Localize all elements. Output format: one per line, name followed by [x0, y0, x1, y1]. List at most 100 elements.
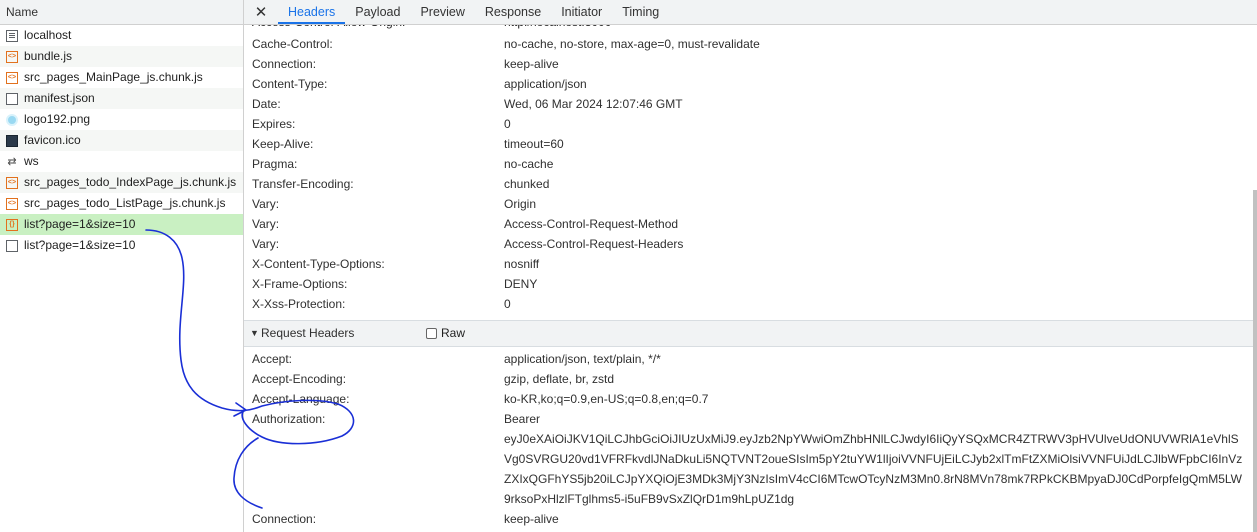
- request-name: logo192.png: [24, 112, 91, 126]
- header-value: application/json, text/plain, */*: [504, 352, 661, 366]
- header-value: chunked: [504, 177, 550, 191]
- header-row: Vary: Access-Control-Request-Headers: [244, 234, 1257, 254]
- expand-triangle-icon[interactable]: ▼: [250, 321, 259, 346]
- request-row[interactable]: logo192.png: [0, 109, 243, 130]
- header-value: Origin: [504, 197, 537, 211]
- header-key: Vary:: [252, 237, 280, 251]
- request-row[interactable]: favicon.ico: [0, 130, 243, 151]
- header-value: ko-KR,ko;q=0.9,en-US;q=0.8,en;q=0.7: [504, 392, 709, 406]
- header-key: X-Frame-Options:: [252, 277, 348, 291]
- favicon-icon: [6, 134, 18, 147]
- tab-initiator[interactable]: Initiator: [551, 0, 612, 24]
- header-row: Content-Type: application/json: [244, 74, 1257, 94]
- header-row: Accept-Language: ko-KR,ko;q=0.9,en-US;q=0…: [244, 389, 1257, 409]
- request-name: ws: [24, 154, 39, 168]
- header-key: Vary:: [252, 217, 280, 231]
- response-headers-list: Cache-Control: no-cache, no-store, max-ag…: [244, 34, 1257, 314]
- request-row[interactable]: <> src_pages_MainPage_js.chunk.js: [0, 67, 243, 88]
- raw-label: Raw: [441, 326, 466, 340]
- section-title: Request Headers: [261, 326, 355, 340]
- tab-payload[interactable]: Payload: [345, 0, 410, 24]
- auth-scheme: Bearer: [504, 412, 541, 426]
- tab-response[interactable]: Response: [475, 0, 551, 24]
- request-name: bundle.js: [24, 49, 73, 63]
- header-key: Keep-Alive:: [252, 137, 314, 151]
- header-value: keep-alive: [504, 57, 559, 71]
- preflight-icon: [6, 239, 18, 252]
- xhr-icon: {}: [6, 218, 18, 231]
- request-name: src_pages_MainPage_js.chunk.js: [24, 70, 203, 84]
- header-key: Authorization:: [252, 412, 326, 426]
- tab-headers[interactable]: Headers: [278, 0, 346, 24]
- header-row-connection: Connection: keep-alive: [244, 509, 1257, 529]
- request-row[interactable]: localhost: [0, 25, 243, 46]
- vertical-scrollbar[interactable]: [1253, 190, 1257, 532]
- name-column-header[interactable]: Name: [0, 0, 243, 25]
- header-row: Expires: 0: [244, 114, 1257, 134]
- header-value: Access-Control-Request-Headers: [504, 237, 684, 251]
- close-details-icon[interactable]: ✕: [244, 3, 278, 21]
- websocket-icon: ⇄: [7, 155, 17, 168]
- request-row[interactable]: ⇄ ws: [0, 151, 243, 172]
- header-value: nosniff: [504, 257, 540, 271]
- request-row[interactable]: <> bundle.js: [0, 46, 243, 67]
- header-row: X-Content-Type-Options: nosniff: [244, 254, 1257, 274]
- raw-checkbox[interactable]: [426, 328, 437, 339]
- header-key: Connection:: [252, 512, 317, 526]
- header-row: Transfer-Encoding: chunked: [244, 174, 1257, 194]
- request-details-pane: ✕ Headers Payload Preview Response Initi…: [244, 0, 1257, 532]
- request-headers-list: Accept: application/json, text/plain, */*…: [244, 349, 1257, 409]
- header-row: Date: Wed, 06 Mar 2024 12:07:46 GMT: [244, 94, 1257, 114]
- header-value: gzip, deflate, br, zstd: [504, 372, 615, 386]
- header-key: Accept-Language:: [252, 392, 350, 406]
- header-value: 0: [504, 297, 511, 311]
- request-name: manifest.json: [24, 91, 95, 105]
- request-row[interactable]: <> src_pages_todo_ListPage_js.chunk.js: [0, 193, 243, 214]
- header-row: Pragma: no-cache: [244, 154, 1257, 174]
- script-icon: <>: [6, 197, 18, 210]
- json-file-icon: [6, 92, 18, 105]
- header-value: 0: [504, 117, 511, 131]
- request-list: localhost <> bundle.js <> src_pages_MainPage…: [0, 25, 243, 256]
- header-row: Accept-Encoding: gzip, deflate, br, zstd: [244, 369, 1257, 389]
- header-key: Accept:: [252, 352, 293, 366]
- header-key: Cache-Control:: [252, 37, 333, 51]
- request-row[interactable]: {} list?page=1&size=10: [0, 214, 243, 235]
- request-headers-section-header[interactable]: ▼ Request Headers Raw: [244, 320, 1257, 347]
- header-value: application/json: [504, 77, 587, 91]
- header-value: DENY: [504, 277, 538, 291]
- header-row: Accept: application/json, text/plain, */*: [244, 349, 1257, 369]
- script-icon: <>: [6, 176, 18, 189]
- header-row: Cache-Control: no-cache, no-store, max-ag…: [244, 34, 1257, 54]
- header-value: Access-Control-Request-Method: [504, 217, 679, 231]
- script-icon: <>: [6, 50, 18, 63]
- header-key: Date:: [252, 97, 281, 111]
- header-key: Connection:: [252, 57, 317, 71]
- request-name: src_pages_todo_ListPage_js.chunk.js: [24, 196, 226, 210]
- header-value: no-cache: [504, 157, 554, 171]
- header-value: Wed, 06 Mar 2024 12:07:46 GMT: [504, 97, 683, 111]
- tab-preview[interactable]: Preview: [410, 0, 474, 24]
- header-key: X-Content-Type-Options:: [252, 257, 385, 271]
- script-icon: <>: [6, 71, 18, 84]
- header-key: Transfer-Encoding:: [252, 177, 354, 191]
- request-list-pane: Name localhost <> bundle.js <> src_pages_Mai…: [0, 0, 244, 532]
- header-key: X-Xss-Protection:: [252, 297, 346, 311]
- request-name: list?page=1&size=10: [24, 238, 136, 252]
- document-icon: [6, 29, 18, 42]
- auth-token: eyJ0eXAiOiJKV1QiLCJhbGciOiJIUzUxMiJ9.eyJ…: [504, 432, 1243, 506]
- details-tab-bar: ✕ Headers Payload Preview Response Initi…: [244, 0, 1257, 25]
- header-row: Connection: keep-alive: [244, 54, 1257, 74]
- request-name: localhost: [24, 28, 72, 42]
- request-name: src_pages_todo_IndexPage_js.chunk.js: [24, 175, 237, 189]
- raw-toggle[interactable]: Raw: [426, 321, 465, 346]
- request-row[interactable]: <> src_pages_todo_IndexPage_js.chunk.js: [0, 172, 243, 193]
- request-name: list?page=1&size=10: [24, 217, 136, 231]
- header-row: Vary: Access-Control-Request-Method: [244, 214, 1257, 234]
- tab-timing[interactable]: Timing: [612, 0, 669, 24]
- request-row[interactable]: manifest.json: [0, 88, 243, 109]
- header-row-authorization: Authorization: Bearer eyJ0eXAiOiJKV1QiLC…: [244, 409, 1257, 509]
- headers-content: Cache-Control: no-cache, no-store, max-ag…: [244, 34, 1257, 529]
- header-key: Content-Type:: [252, 77, 328, 91]
- request-row[interactable]: list?page=1&size=10: [0, 235, 243, 256]
